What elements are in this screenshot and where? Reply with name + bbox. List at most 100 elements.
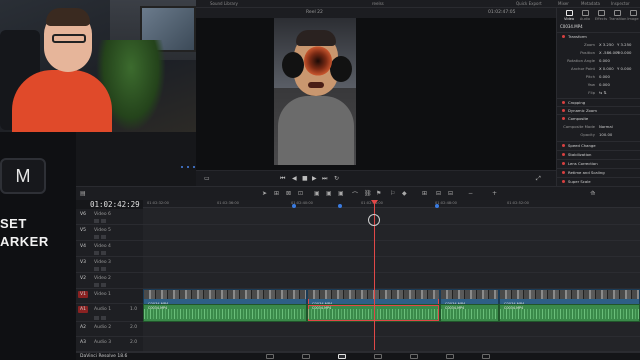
insert-clip-icon[interactable]: ▣ — [314, 190, 320, 197]
track-header-v5[interactable]: V5 Video 5 — [76, 225, 143, 241]
lane-v4[interactable] — [143, 241, 640, 257]
transform-row-rotation[interactable]: Rotation Angle 0.000 — [557, 57, 640, 64]
solo-track-icon[interactable] — [101, 316, 106, 320]
position-lock-icon[interactable]: ⚑ — [376, 190, 381, 197]
lock-track-icon[interactable] — [94, 283, 99, 287]
section-super-scale[interactable]: Super Scale — [557, 177, 640, 184]
audio-clip[interactable]: C0034.MP4 — [143, 304, 307, 322]
replace-clip-icon[interactable]: ▣ — [338, 190, 344, 197]
loop-icon[interactable]: ↻ — [334, 175, 339, 182]
lane-v5[interactable] — [143, 225, 640, 241]
section-lens-correction[interactable]: Lens Correction — [557, 159, 640, 166]
zoom-full-icon[interactable]: ⊞ — [422, 190, 427, 197]
track-header-v1[interactable]: V1 Video 1 — [76, 289, 143, 304]
track-header-a3[interactable]: A3 Audio 3 2.0 — [76, 337, 143, 352]
fairlight-page-icon[interactable] — [446, 354, 454, 359]
section-dynamic-zoom[interactable]: Dynamic Zoom — [557, 106, 640, 113]
flip-icons[interactable]: ⇆ ⇅ — [599, 90, 607, 95]
row-value-x[interactable]: X 0.000 — [599, 66, 614, 71]
sound-library-tab[interactable]: Sound Library — [210, 1, 238, 6]
row-value[interactable]: Normal — [599, 124, 613, 129]
enable-dot-icon[interactable] — [562, 35, 565, 38]
enable-dot-icon[interactable] — [562, 101, 565, 104]
timeline-marker[interactable] — [338, 204, 342, 208]
tab-image[interactable]: Image — [625, 10, 640, 21]
row-value[interactable]: 100.00 — [599, 132, 612, 137]
timeline-ruler[interactable]: 01:02:32:00 01:02:36:00 01:02:40:00 01:0… — [143, 200, 640, 208]
edit-page-icon[interactable] — [338, 354, 346, 359]
tab-effects[interactable]: Effects — [593, 10, 609, 21]
toggle-track-icon[interactable] — [101, 251, 106, 255]
reverse-play-icon[interactable]: ◀ — [292, 175, 297, 182]
track-header-v4[interactable]: V4 Video 4 — [76, 241, 143, 257]
tab-audio[interactable]: Audio — [577, 10, 593, 21]
skip-end-icon[interactable]: ⏭ — [322, 175, 327, 183]
flag-icon[interactable]: ⚐ — [390, 190, 395, 197]
row-value-y[interactable]: Y 0.000 — [617, 66, 631, 71]
timeline-name[interactable]: Reel 22 — [306, 10, 323, 15]
tab-transition[interactable]: Transition — [609, 10, 626, 21]
deliver-page-icon[interactable] — [482, 354, 490, 359]
section-retime-scaling[interactable]: Retime and Scaling — [557, 168, 640, 175]
trim-tool-icon[interactable]: ⊞ — [274, 190, 279, 197]
row-value-y[interactable]: Y 0.000 — [617, 50, 631, 55]
enable-dot-icon[interactable] — [562, 171, 565, 174]
transform-row-anchor[interactable]: Anchor Point X 0.000 Y 0.000 — [557, 65, 640, 72]
enable-dot-icon[interactable] — [562, 109, 565, 112]
row-value[interactable]: 0.000 — [599, 74, 610, 79]
viewer-jog-dots[interactable] — [180, 166, 200, 168]
marker-icon[interactable]: ◆ — [402, 190, 407, 197]
toggle-track-icon[interactable] — [101, 283, 106, 287]
track-header-v6[interactable]: V6 Video 6 — [76, 209, 143, 225]
transform-row-flip[interactable]: Flip ⇆ ⇅ — [557, 89, 640, 96]
snapping-icon[interactable]: ⌒ — [352, 190, 358, 199]
section-composite[interactable]: Composite — [557, 114, 640, 121]
timeline-view-icon[interactable]: ▤ — [80, 190, 86, 197]
metadata-button[interactable]: Metadata — [581, 1, 600, 6]
row-value-x[interactable]: X 3.250 — [599, 42, 614, 47]
track-header-a1[interactable]: A1 Audio 1 1.0 — [76, 304, 143, 322]
track-header-v2[interactable]: V2 Video 2 — [76, 273, 143, 289]
lock-track-icon[interactable] — [94, 251, 99, 255]
zoom-detail-icon[interactable]: ⊟ — [436, 190, 441, 197]
track-header-a2[interactable]: A2 Audio 2 2.0 — [76, 322, 143, 337]
row-value[interactable]: 0.000 — [599, 82, 610, 87]
transform-row-pitch[interactable]: Pitch 0.000 — [557, 73, 640, 80]
toggle-track-icon[interactable] — [101, 267, 106, 271]
overwrite-clip-icon[interactable]: ▣ — [326, 190, 332, 197]
viewer-options-icon[interactable]: ▭ — [204, 175, 210, 182]
stop-icon[interactable]: ■ — [302, 175, 308, 182]
toggle-track-icon[interactable] — [101, 219, 106, 223]
audio-clip[interactable]: C0034.MP4 — [499, 304, 640, 322]
lane-a2[interactable] — [143, 322, 640, 337]
media-page-icon[interactable] — [266, 354, 274, 359]
section-transform[interactable]: Transform — [557, 32, 640, 39]
timeline[interactable]: 01:02:32:00 01:02:36:00 01:02:40:00 01:0… — [143, 200, 640, 352]
toggle-track-icon[interactable] — [101, 235, 106, 239]
enable-dot-icon[interactable] — [562, 162, 565, 165]
audio-meter-icon[interactable]: ⟰ — [590, 190, 595, 197]
lane-v6[interactable] — [143, 209, 640, 225]
row-value[interactable]: 0.000 — [599, 58, 610, 63]
cut-page-icon[interactable] — [302, 354, 310, 359]
play-icon[interactable]: ▶ — [312, 175, 317, 182]
section-stabilization[interactable]: Stabilization — [557, 150, 640, 157]
linked-selection-icon[interactable]: ⛓ — [364, 190, 372, 197]
quick-export-button[interactable]: Quick Export — [516, 1, 542, 6]
selection-tool-icon[interactable]: ➤ — [262, 190, 267, 197]
viewer[interactable] — [196, 18, 556, 170]
transform-row-position[interactable]: Position X -586.000 Y 0.000 — [557, 49, 640, 56]
dynamic-trim-icon[interactable]: ⊠ — [286, 190, 291, 197]
lane-v2[interactable] — [143, 273, 640, 289]
lane-a3[interactable] — [143, 337, 640, 352]
track-header-v3[interactable]: V3 Video 3 — [76, 257, 143, 273]
zoom-out-icon[interactable]: − — [468, 190, 473, 197]
timeline-marker[interactable] — [435, 204, 439, 208]
enable-dot-icon[interactable] — [562, 153, 565, 156]
fusion-page-icon[interactable] — [374, 354, 382, 359]
transform-row-zoom[interactable]: Zoom X 3.250 Y 3.250 — [557, 41, 640, 48]
blade-tool-icon[interactable]: ⊡ — [298, 190, 303, 197]
section-cropping[interactable]: Cropping — [557, 98, 640, 105]
lock-track-icon[interactable] — [94, 235, 99, 239]
mute-track-icon[interactable] — [94, 316, 99, 320]
